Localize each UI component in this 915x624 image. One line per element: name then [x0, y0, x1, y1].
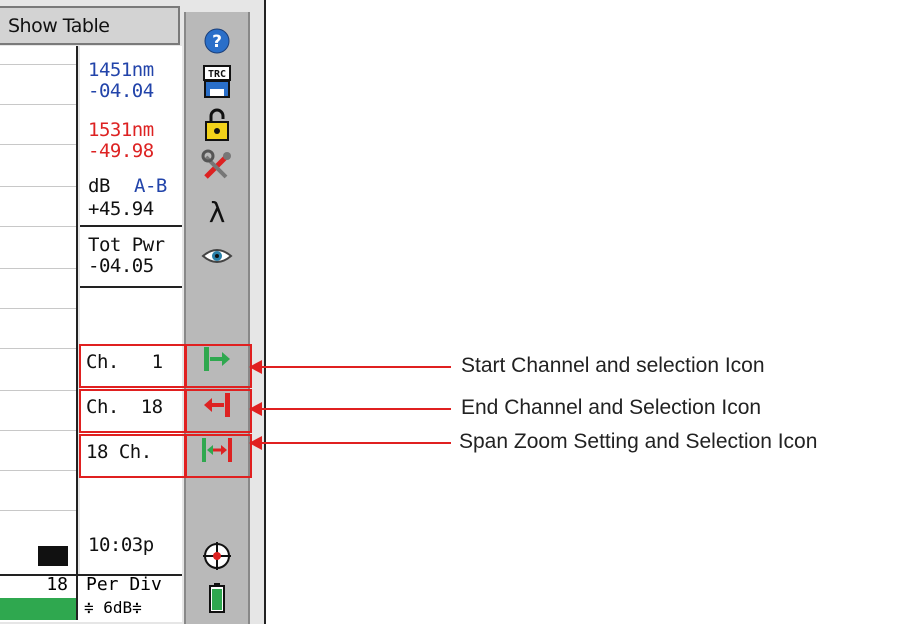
svg-text:?: ? [212, 32, 222, 52]
scale-bar [0, 598, 78, 620]
readout-divider [80, 225, 182, 227]
marker-a-power: -04.04 [88, 80, 154, 102]
end-channel-icon-highlight [184, 389, 252, 433]
per-div-label: Per Div [86, 574, 162, 595]
clock: 10:03p [88, 534, 154, 556]
grid-line [0, 186, 76, 187]
span-zoom-highlight [79, 434, 187, 478]
grid-line [0, 64, 76, 65]
grid-line [0, 144, 76, 145]
span-callout-line [259, 442, 451, 444]
help-icon[interactable]: ? [186, 24, 248, 58]
icon-toolbar: ? TRC λ [184, 12, 250, 624]
grid-line [0, 268, 76, 269]
start-channel-highlight [79, 344, 187, 388]
tools-icon[interactable] [186, 146, 248, 186]
grid-line [0, 470, 76, 471]
per-div-value: 18 [0, 574, 78, 598]
lambda-icon[interactable]: λ [186, 192, 248, 232]
readout-panel: 1451nm -04.04 1531nm -49.98 dB A-B +45.9… [80, 46, 182, 574]
marker-a-wavelength[interactable]: 1451nm [88, 60, 154, 81]
osa-screen: Show Table 1451nm -04.04 1531nm -49.98 d… [0, 0, 266, 624]
difference-value: +45.94 [88, 198, 154, 220]
battery-icon [186, 578, 248, 618]
start-channel-icon-highlight [184, 344, 252, 388]
marker-b-wavelength[interactable]: 1531nm [88, 120, 154, 141]
target-icon[interactable] [186, 536, 248, 576]
marker-b-power: -49.98 [88, 140, 154, 162]
start-callout-label: Start Channel and selection Icon [461, 354, 765, 377]
span-callout-label: Span Zoom Setting and Selection Icon [459, 430, 818, 453]
show-table-button[interactable]: Show Table [0, 6, 180, 45]
trace-peak-marker [38, 546, 68, 566]
start-callout-line [259, 366, 451, 368]
grid-line [0, 226, 76, 227]
difference-unit: dB [88, 175, 110, 197]
eye-icon[interactable] [186, 236, 248, 276]
end-channel-highlight [79, 389, 187, 433]
difference-label: A-B [134, 175, 167, 197]
per-div-setting[interactable]: ≑ 6dB≑ [82, 597, 182, 619]
grid-line [0, 430, 76, 431]
end-callout-label: End Channel and Selection Icon [461, 396, 762, 419]
total-power-label: Tot Pwr [88, 234, 165, 256]
trace-graph[interactable] [0, 46, 78, 574]
grid-line [0, 390, 76, 391]
trace-save-icon[interactable]: TRC [186, 62, 248, 102]
span-zoom-icon-highlight [184, 434, 252, 478]
total-power-value: -04.05 [88, 255, 154, 277]
grid-line [0, 104, 76, 105]
lock-icon[interactable] [186, 106, 248, 144]
grid-line [0, 510, 76, 511]
trace-save-label: TRC [208, 69, 226, 80]
readout-divider [80, 286, 182, 288]
end-callout-line [259, 408, 451, 410]
lambda-glyph: λ [208, 195, 226, 229]
grid-line [0, 308, 76, 309]
grid-line [0, 348, 76, 349]
